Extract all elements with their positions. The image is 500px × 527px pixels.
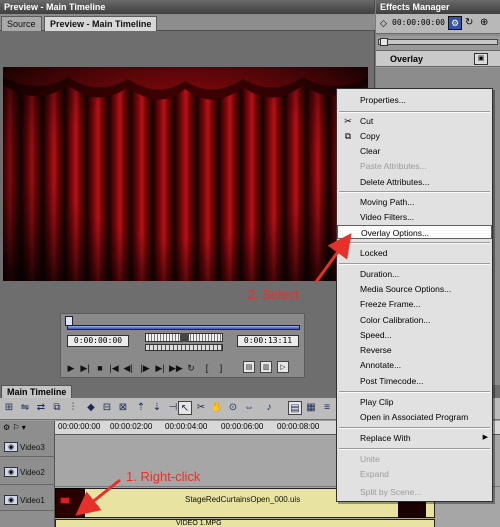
annotation-arrows (75, 233, 352, 516)
annotation-step2: 2. Select (248, 287, 299, 302)
annotation-step1: 1. Right-click (126, 469, 201, 484)
arrow-to-clip (75, 478, 121, 516)
arrow-to-overlay-options (314, 233, 352, 283)
